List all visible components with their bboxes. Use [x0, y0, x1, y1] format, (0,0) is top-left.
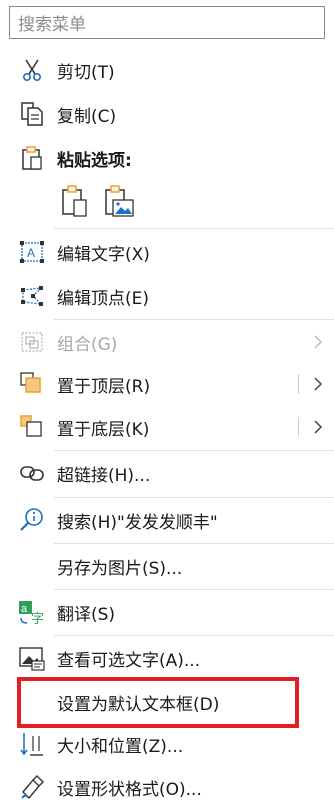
menu-item-send-to-back[interactable]: 置于底层(K) — [0, 405, 334, 449]
menu-item-save-as-picture[interactable]: 另存为图片(S)... — [0, 544, 334, 588]
svg-text:A: A — [27, 246, 35, 260]
menu-item-edit-text[interactable]: A 编辑文字(X) — [0, 230, 334, 274]
paste-options-row — [58, 182, 136, 222]
size-position-icon — [18, 730, 46, 758]
search-menu-input[interactable]: 搜索菜单 — [9, 6, 325, 39]
menu-item-label: 组合(G) — [57, 334, 118, 355]
split-divider — [298, 417, 299, 437]
menu-item-search[interactable]: 搜索(H)"发发发顺丰" — [0, 498, 334, 542]
menu-item-label: 置于顶层(R) — [57, 376, 151, 397]
menu-item-label: 置于底层(K) — [57, 419, 150, 440]
svg-text:字: 字 — [31, 612, 44, 626]
search-placeholder: 搜索菜单 — [18, 15, 86, 35]
menu-item-hyperlink[interactable]: 超链接(H)... — [0, 451, 334, 495]
menu-item-label: 设置形状格式(O)... — [57, 779, 202, 800]
paste-keep-source-icon[interactable] — [58, 182, 92, 220]
scissors-icon — [18, 56, 46, 84]
menu-item-translate[interactable]: a 字 翻译(S) — [0, 590, 334, 634]
send-to-back-icon — [18, 413, 46, 441]
smart-lookup-icon — [18, 506, 46, 534]
menu-item-cut[interactable]: 剪切(T) — [0, 48, 334, 92]
context-menu: 搜索菜单 剪切(T) 复制(C) 粘贴选项: A 编辑文字(X) 编辑顶点(E)… — [0, 0, 334, 801]
paste-options-header: 粘贴选项: — [0, 136, 334, 180]
menu-item-group[interactable]: 组合(G) — [0, 320, 334, 364]
menu-item-label: 搜索(H)"发发发顺丰" — [57, 512, 218, 533]
chevron-right-icon[interactable] — [312, 419, 324, 435]
svg-text:a: a — [21, 603, 28, 615]
group-icon — [18, 328, 46, 356]
menu-item-edit-points[interactable]: 编辑顶点(E) — [0, 274, 334, 318]
chevron-right-icon — [314, 335, 323, 349]
alt-text-icon — [18, 644, 46, 672]
menu-item-label: 编辑文字(X) — [57, 244, 150, 265]
divider — [54, 228, 334, 229]
menu-item-label: 超链接(H)... — [57, 465, 151, 486]
bring-to-front-icon — [18, 370, 46, 398]
chevron-right-icon[interactable] — [312, 376, 324, 392]
menu-item-label: 另存为图片(S)... — [57, 558, 183, 579]
menu-item-label: 大小和位置(Z)... — [57, 736, 184, 757]
paste-options-label: 粘贴选项: — [57, 150, 132, 171]
translate-icon: a 字 — [18, 598, 46, 626]
copy-icon — [18, 100, 46, 128]
edit-text-icon: A — [18, 238, 46, 266]
menu-item-label: 剪切(T) — [57, 62, 115, 83]
menu-item-label: 复制(C) — [57, 106, 117, 127]
menu-item-label: 编辑顶点(E) — [57, 288, 150, 309]
split-divider — [298, 374, 299, 394]
menu-item-label: 翻译(S) — [57, 604, 116, 625]
menu-item-format-shape[interactable]: 设置形状格式(O)... — [0, 765, 334, 809]
menu-item-alt-text[interactable]: 查看可选文字(A)... — [0, 636, 334, 680]
menu-item-copy[interactable]: 复制(C) — [0, 92, 334, 136]
menu-item-size-position[interactable]: 大小和位置(Z)... — [0, 722, 334, 766]
paste-as-picture-icon[interactable] — [102, 182, 136, 220]
menu-item-bring-to-front[interactable]: 置于顶层(R) — [0, 362, 334, 406]
link-icon — [18, 459, 46, 487]
clipboard-icon — [18, 144, 46, 172]
red-highlight-box — [17, 677, 299, 728]
edit-points-icon — [18, 282, 46, 310]
format-shape-icon — [18, 773, 46, 801]
menu-item-label: 查看可选文字(A)... — [57, 650, 201, 671]
